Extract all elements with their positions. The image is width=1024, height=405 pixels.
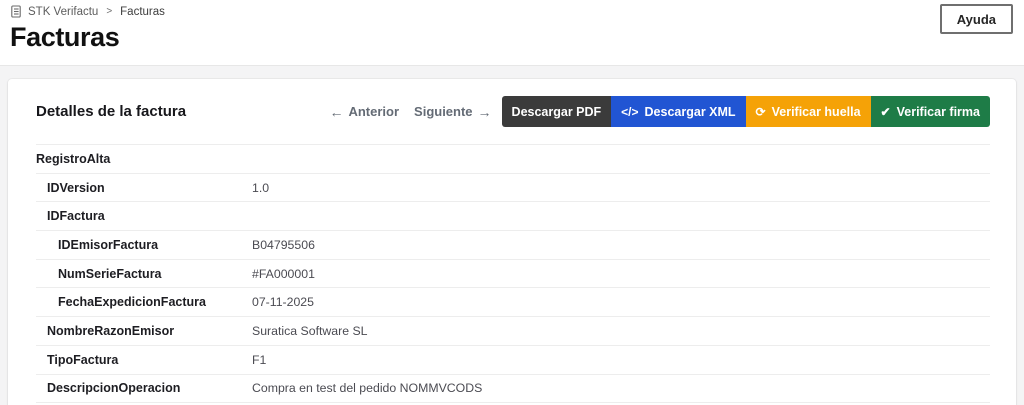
button-label: Verificar firma	[896, 104, 980, 119]
content-area: Detalles de la factura ← Anterior Siguie…	[0, 66, 1024, 405]
row-label: DescripcionOperacion	[47, 381, 181, 396]
row-value: B04795506	[252, 237, 315, 252]
table-row: TipoFactura F1	[36, 346, 990, 375]
row-value: #FA000001	[252, 266, 315, 281]
next-link[interactable]: Siguiente →	[414, 104, 492, 119]
table-row: IDVersion 1.0	[36, 174, 990, 203]
table-row: FechaExpedicionFactura 07-11-2025	[36, 288, 990, 318]
code-icon: </>	[621, 104, 639, 119]
previous-label: Anterior	[348, 104, 400, 119]
verificar-huella-button[interactable]: ⟳ Verificar huella	[745, 96, 871, 127]
verificar-firma-button[interactable]: ✔ Verificar firma	[870, 96, 990, 127]
pagination-nav: ← Anterior Siguiente →	[329, 104, 491, 119]
button-label: Descargar PDF	[511, 104, 602, 119]
row-label: NombreRazonEmisor	[47, 323, 175, 338]
next-label: Siguiente	[414, 104, 473, 119]
card-header: Detalles de la factura ← Anterior Siguie…	[8, 79, 1016, 144]
card-title: Detalles de la factura	[36, 103, 187, 120]
table-row: NombreRazonEmisor Suratica Software SL	[36, 317, 990, 346]
sync-icon: ⟳	[755, 104, 766, 119]
table-row: IDEmisorFactura B04795506	[36, 231, 990, 260]
page-title: Facturas	[10, 22, 120, 52]
descargar-xml-button[interactable]: </> Descargar XML	[611, 96, 746, 127]
row-label: IDVersion	[47, 180, 105, 195]
row-value: Compra en test del pedido NOMMVCODS	[252, 381, 483, 396]
row-value: F1	[252, 352, 267, 367]
breadcrumb-separator: >	[106, 6, 113, 17]
button-label: Verificar huella	[771, 104, 861, 119]
help-button[interactable]: Ayuda	[939, 4, 1013, 34]
topbar: STK Verifactu > Facturas Facturas Ayuda	[0, 0, 1024, 66]
action-buttons: Descargar PDF </> Descargar XML ⟳ Verificar …	[501, 96, 990, 127]
check-icon: ✔	[880, 104, 891, 119]
breadcrumb-root-link[interactable]: STK Verifactu	[28, 5, 98, 19]
row-label: IDFactura	[47, 209, 105, 224]
row-value: 07-11-2025	[252, 295, 314, 310]
row-label: NumSerieFactura	[58, 266, 162, 281]
row-label: RegistroAlta	[36, 151, 111, 166]
row-label: TipoFactura	[47, 352, 119, 367]
button-label: Descargar XML	[644, 104, 736, 119]
breadcrumb-current: Facturas	[120, 6, 165, 18]
table-row: RegistroAlta	[36, 145, 990, 174]
table-row: DescripcionOperacion Compra en test del p…	[36, 375, 990, 404]
invoice-detail-table: RegistroAlta IDVersion 1.0 IDFactura IDEmiso…	[36, 144, 990, 404]
previous-link[interactable]: ← Anterior	[329, 104, 399, 119]
document-icon	[10, 5, 22, 18]
row-label: IDEmisorFactura	[58, 237, 159, 252]
arrow-right-icon: →	[477, 103, 492, 120]
row-value: 1.0	[252, 180, 270, 195]
table-row: IDFactura	[36, 202, 990, 232]
table-row: NumSerieFactura #FA000001	[36, 260, 990, 289]
row-value: Suratica Software SL	[252, 323, 368, 338]
invoice-details-card: Detalles de la factura ← Anterior Siguie…	[8, 79, 1016, 405]
arrow-left-icon: ←	[329, 103, 344, 120]
descargar-pdf-button[interactable]: Descargar PDF	[501, 96, 612, 127]
breadcrumb: STK Verifactu > Facturas	[10, 5, 1012, 19]
row-label: FechaExpedicionFactura	[58, 295, 206, 310]
